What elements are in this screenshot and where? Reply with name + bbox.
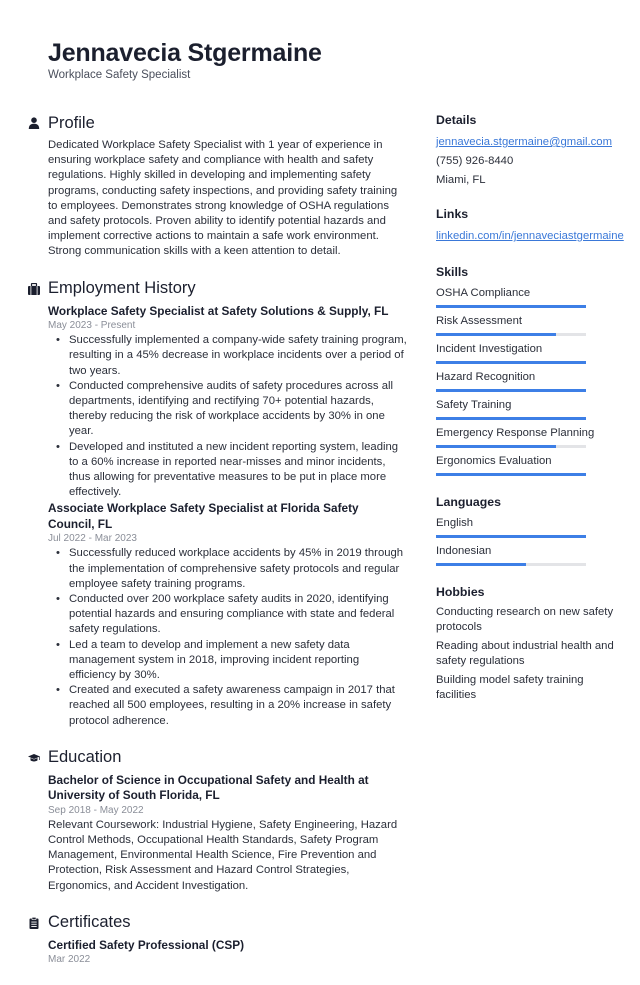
job-bullet: Led a team to develop and implement a ne… [56,638,408,684]
languages-section: Languages English Indonesian [436,494,636,566]
skill-item: Risk Assessment [436,313,636,336]
details-heading: Details [436,113,477,127]
skill-level-bar [436,305,586,308]
person-icon [28,117,48,129]
main-column: Profile Dedicated Workplace Safety Speci… [28,112,408,985]
clipboard-icon [28,916,48,929]
skill-name: Ergonomics Evaluation [436,455,552,467]
employment-section: Employment History Workplace Safety Spec… [28,278,408,729]
skill-level-bar [436,473,586,476]
education-dates: Sep 2018 - May 2022 [48,804,144,816]
certificates-section: Certificates Certified Safety Profession… [28,912,408,968]
job-bullet: Created and executed a safety awareness … [56,683,408,729]
job-bullet: Conducted comprehensive audits of safety… [56,379,408,440]
profile-section: Profile Dedicated Workplace Safety Speci… [28,112,408,260]
skill-level-fill [436,417,586,420]
hobbies-section: Hobbies Conducting research on new safet… [436,584,636,702]
briefcase-icon [28,282,48,295]
skills-list: OSHA Compliance Risk Assessment Incident I… [436,285,636,476]
skill-item: OSHA Compliance [436,285,636,308]
certificate-name: Certified Safety Professional (CSP) [48,937,245,952]
details-section: Details jennavecia.stgermaine@gmail.com … [436,112,636,190]
education-section: Education Bachelor of Science in Occupat… [28,747,408,894]
language-level-fill [436,563,526,566]
resume-header: Jennavecia Stgermaine Workplace Safety S… [48,38,322,82]
skills-heading: Skills [436,265,469,279]
location: Miami, FL [436,174,486,186]
language-level-bar [436,535,586,538]
skill-level-fill [436,473,586,476]
candidate-name: Jennavecia Stgermaine [48,39,322,67]
education-description: Relevant Coursework: Industrial Hygiene,… [48,818,398,892]
profile-summary: Dedicated Workplace Safety Specialist wi… [48,139,398,258]
language-name: English [436,517,474,529]
skill-name: OSHA Compliance [436,287,531,299]
phone-number: (755) 926-8440 [436,155,514,167]
job-dates: May 2023 - Present [48,320,136,332]
skill-level-bar [436,445,586,448]
skill-level-bar [436,361,586,364]
employment-heading: Employment History [48,279,196,298]
skill-name: Hazard Recognition [436,371,536,383]
skill-level-bar [436,389,586,392]
certificates-heading: Certificates [48,913,131,932]
skill-item: Emergency Response Planning [436,425,636,448]
links-section: Links linkedin.com/in/jennaveciastgermai… [436,206,636,246]
skill-level-fill [436,389,586,392]
job-bullets: Successfully reduced workplace accidents… [48,546,408,728]
skill-item: Hazard Recognition [436,369,636,392]
sidebar-column: Details jennavecia.stgermaine@gmail.com … [436,112,636,717]
links-heading: Links [436,207,469,221]
degree-title: Bachelor of Science in Occupational Safe… [48,772,369,803]
skill-name: Incident Investigation [436,343,543,355]
job-bullets: Successfully implemented a company-wide … [48,333,408,500]
hobby-item: Building model safety training facilitie… [436,674,584,701]
certificate-entry: Certified Safety Professional (CSP) Mar … [48,938,408,968]
skill-name: Risk Assessment [436,315,523,327]
linkedin-link[interactable]: linkedin.com/in/jennaveciastgermaine [436,227,636,246]
language-name: Indonesian [436,545,492,557]
hobbies-heading: Hobbies [436,585,485,599]
skills-section: Skills OSHA Compliance Risk Assessment Inc… [436,264,636,476]
skill-level-fill [436,361,586,364]
skill-item: Incident Investigation [436,341,636,364]
language-item: English [436,515,636,538]
job-title: Workplace Safety Specialist at Safety So… [48,303,389,318]
job-dates: Jul 2022 - Mar 2023 [48,533,137,545]
skill-level-bar [436,417,586,420]
job-entry: Associate Workplace Safety Specialist at… [48,501,408,728]
language-level-bar [436,563,586,566]
job-list: Workplace Safety Specialist at Safety So… [48,304,408,729]
job-bullet: Developed and instituted a new incident … [56,440,408,501]
skill-level-bar [436,333,586,336]
skill-item: Safety Training [436,397,636,420]
graduation-cap-icon [28,752,48,764]
languages-list: English Indonesian [436,515,636,566]
language-item: Indonesian [436,543,636,566]
hobby-item: Conducting research on new safety protoc… [436,606,614,633]
skill-item: Ergonomics Evaluation [436,453,636,476]
skill-level-fill [436,305,586,308]
skill-name: Emergency Response Planning [436,427,595,439]
skill-level-fill [436,445,556,448]
candidate-title: Workplace Safety Specialist [48,69,191,81]
skill-level-fill [436,333,556,336]
job-bullet: Successfully reduced workplace accidents… [56,546,408,592]
job-bullet: Successfully implemented a company-wide … [56,333,408,379]
skill-name: Safety Training [436,399,512,411]
languages-heading: Languages [436,495,501,509]
language-level-fill [436,535,586,538]
email-link[interactable]: jennavecia.stgermaine@gmail.com [436,133,636,152]
job-entry: Workplace Safety Specialist at Safety So… [48,304,408,501]
job-bullet: Conducted over 200 workplace safety audi… [56,592,408,638]
profile-heading: Profile [48,113,95,132]
hobby-item: Reading about industrial health and safe… [436,640,614,667]
certificate-date: Mar 2022 [48,954,91,966]
job-title: Associate Workplace Safety Specialist at… [48,501,359,531]
education-entry: Bachelor of Science in Occupational Safe… [48,773,408,894]
education-heading: Education [48,748,122,767]
